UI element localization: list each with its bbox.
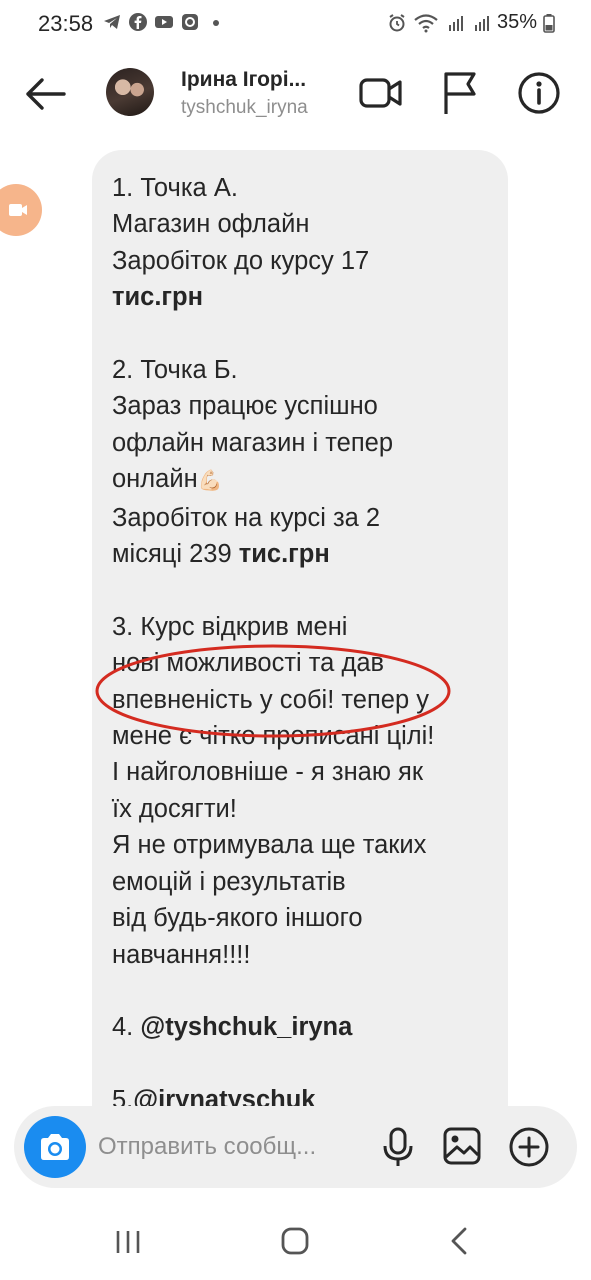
msg-text: 4. xyxy=(112,1013,141,1042)
youtube-icon xyxy=(155,16,173,28)
plus-circle-icon[interactable] xyxy=(508,1126,550,1168)
msg-text: місяці 239 xyxy=(112,540,239,569)
msg-line: І найголовніше - я знаю як xyxy=(112,758,424,787)
msg-line: емоцій і результатів xyxy=(112,867,346,896)
mention-link[interactable]: @tyshchuk_iryna xyxy=(140,1013,352,1041)
gallery-icon[interactable] xyxy=(442,1126,482,1166)
msg-line: тис.грн xyxy=(112,279,490,315)
flexed-biceps-emoji: 💪🏻 xyxy=(197,470,223,493)
msg-line: 4. @tyshchuk_iryna xyxy=(112,1009,490,1045)
nav-back-icon[interactable] xyxy=(446,1226,472,1256)
alarm-icon xyxy=(389,13,405,31)
msg-line: онлайн💪🏻 xyxy=(112,461,490,499)
telegram-icon xyxy=(104,15,120,29)
msg-line: офлайн магазин і тепер xyxy=(112,428,394,457)
battery-icon xyxy=(543,13,555,33)
msg-line: їх досягти! xyxy=(112,794,237,823)
microphone-icon[interactable] xyxy=(380,1126,416,1168)
signal-icon-2 xyxy=(474,15,489,31)
msg-line: Я не отримувала ще таких xyxy=(112,831,427,860)
msg-line: 5.@irynatyschuk xyxy=(112,1082,490,1108)
msg-line: Зараз працює успішно xyxy=(112,392,378,421)
message-text: 1. Точка А. Магазин офлайн Заробіток до … xyxy=(112,170,490,1108)
msg-text: 5. xyxy=(112,1086,134,1108)
msg-line: Заробіток до курсу 17 xyxy=(112,246,370,275)
contact-name[interactable]: Ірина Ігорі... xyxy=(181,68,306,92)
system-nav-bar xyxy=(0,1204,591,1280)
msg-line: від будь-якого іншого xyxy=(112,904,363,933)
msg-line: 3. Курс відкрив мені xyxy=(112,612,348,641)
instagram-notif-icon xyxy=(182,14,198,30)
contact-handle[interactable]: tyshchuk_iryna xyxy=(181,97,308,119)
msg-bold: тис.грн xyxy=(112,283,204,312)
battery-percent: 35% xyxy=(496,11,537,33)
msg-line: навчання!!!! xyxy=(112,940,251,969)
home-icon[interactable] xyxy=(280,1226,310,1256)
mention-link[interactable]: @irynatyschuk xyxy=(133,1086,315,1108)
chat-header: Ірина Ігорі... tyshchuk_iryna xyxy=(0,48,591,140)
back-arrow-icon[interactable] xyxy=(20,72,68,116)
wifi-icon xyxy=(414,13,438,32)
chat-thread[interactable]: 1. Точка А. Магазин офлайн Заробіток до … xyxy=(0,140,591,1108)
status-bar: 23:58 35% xyxy=(0,0,591,48)
msg-line: місяці 239 тис.грн xyxy=(112,536,490,572)
signal-icon-1 xyxy=(448,15,463,31)
msg-line: впевненість у собі! тепер у xyxy=(112,685,429,714)
notification-icons xyxy=(102,12,226,32)
message-bubble[interactable]: 1. Точка А. Магазин офлайн Заробіток до … xyxy=(92,150,508,1108)
msg-line: Заробіток на курсі за 2 xyxy=(112,503,381,532)
flag-icon[interactable] xyxy=(440,70,480,116)
message-composer xyxy=(14,1106,577,1188)
msg-bold: тис.грн xyxy=(238,540,330,569)
msg-line: нові можливості та дав xyxy=(112,649,385,678)
video-camera-icon[interactable] xyxy=(358,72,404,114)
message-input[interactable] xyxy=(98,1128,368,1166)
msg-line: 2. Точка Б. xyxy=(112,356,238,385)
system-icons: 35% xyxy=(387,11,555,34)
dot-icon xyxy=(213,20,219,26)
recent-apps-icon[interactable] xyxy=(114,1228,142,1256)
camera-button[interactable] xyxy=(24,1116,86,1178)
avatar[interactable] xyxy=(106,68,154,116)
msg-line: мене є чітко прописані цілі! xyxy=(112,722,435,751)
facebook-icon xyxy=(129,13,147,31)
msg-line: Магазин офлайн xyxy=(112,210,310,239)
info-icon[interactable] xyxy=(516,70,562,116)
status-time: 23:58 xyxy=(38,11,94,36)
msg-text: онлайн xyxy=(112,465,198,494)
camera-icon xyxy=(41,1134,69,1160)
video-call-icon xyxy=(9,204,27,216)
msg-line: 1. Точка А. xyxy=(112,174,238,202)
